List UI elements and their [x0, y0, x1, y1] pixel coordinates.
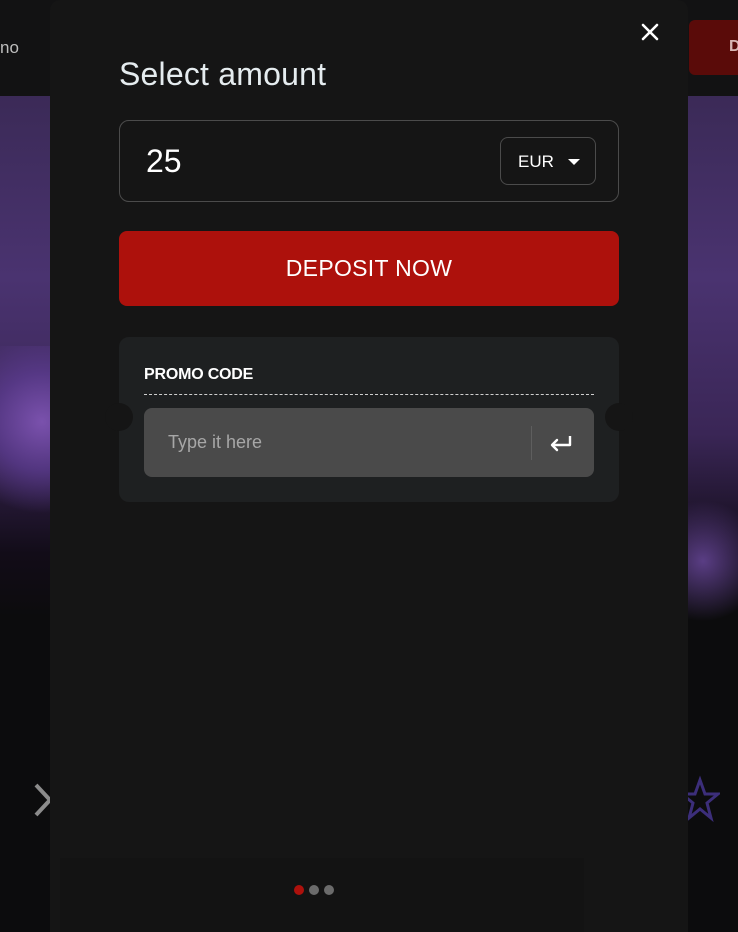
modal-footer	[60, 858, 584, 932]
ticket-notch-left	[105, 403, 133, 431]
pagination-dot[interactable]	[309, 885, 319, 895]
currency-label: EUR	[518, 152, 554, 171]
promo-code-title: PROMO CODE	[144, 366, 254, 383]
pagination-dot[interactable]	[294, 885, 304, 895]
promo-field-separator	[531, 426, 532, 460]
ticket-notch-right	[605, 403, 633, 431]
deposit-modal: Select amount EUR DEPOSIT NOW PROMO CODE	[50, 0, 688, 932]
promo-code-input[interactable]	[168, 425, 508, 459]
pagination-dot[interactable]	[324, 885, 334, 895]
background-header-button-label: D	[729, 38, 738, 55]
background-header-button[interactable]: D	[689, 20, 738, 75]
banner-artwork-right	[685, 486, 738, 636]
caret-down-icon	[568, 159, 580, 165]
amount-input[interactable]	[146, 141, 446, 181]
close-icon[interactable]	[636, 18, 664, 46]
deposit-now-button[interactable]: DEPOSIT NOW	[119, 231, 619, 306]
enter-arrow-icon[interactable]	[540, 426, 584, 460]
background-nav-item[interactable]: no	[0, 38, 19, 58]
pagination-dots	[294, 885, 344, 895]
promo-divider	[144, 394, 594, 395]
promo-code-field	[144, 408, 594, 477]
amount-field: EUR	[119, 120, 619, 202]
promo-code-card: PROMO CODE	[105, 337, 633, 502]
modal-title: Select amount	[119, 56, 327, 92]
deposit-now-label: DEPOSIT NOW	[285, 255, 453, 281]
currency-select[interactable]: EUR	[500, 137, 596, 185]
